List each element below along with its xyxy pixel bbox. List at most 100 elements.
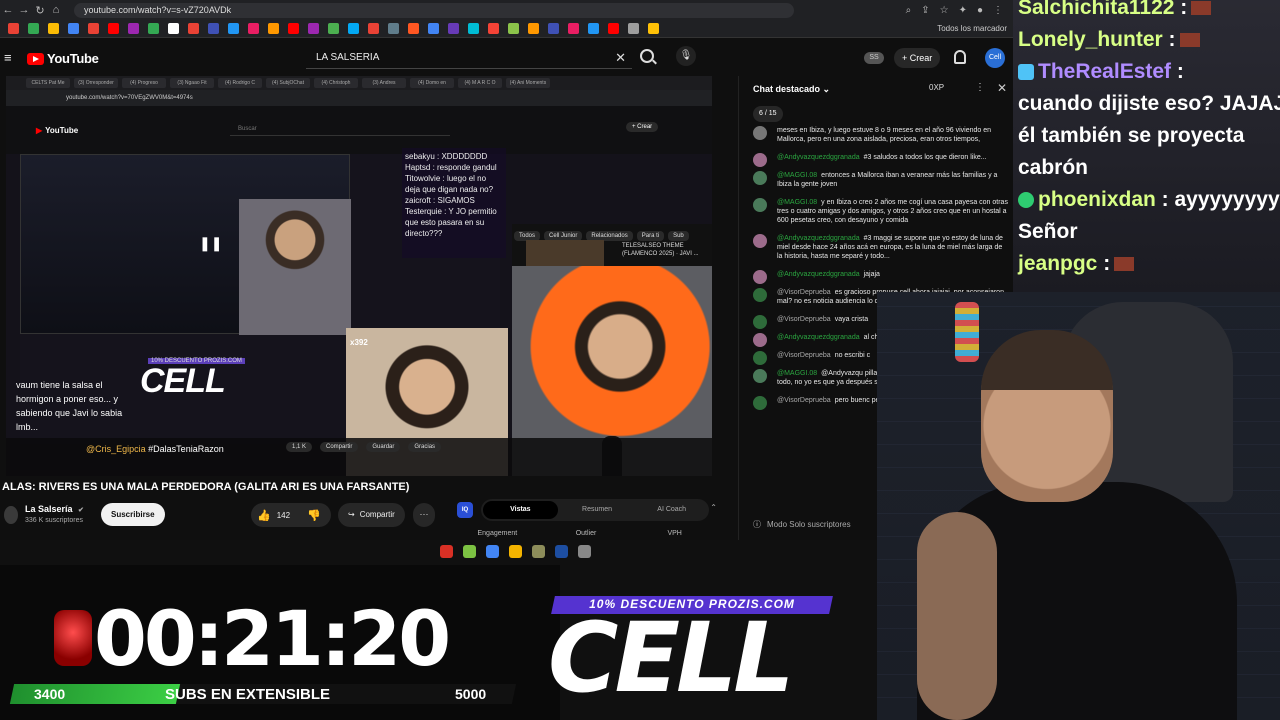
like-count[interactable]: 142 <box>277 511 290 520</box>
bookmark-icon[interactable] <box>588 23 599 34</box>
bookmark-icon[interactable] <box>508 23 519 34</box>
bookmark-icon[interactable] <box>468 23 479 34</box>
chat-avatar[interactable] <box>753 153 767 167</box>
bookmark-icon[interactable] <box>8 23 19 34</box>
xp-badge[interactable]: 0XP <box>929 83 944 92</box>
bookmark-icon[interactable] <box>168 23 179 34</box>
channel-name[interactable]: La Salsería ✔ <box>25 504 84 514</box>
create-button[interactable]: + Crear <box>894 48 941 68</box>
url-field[interactable]: youtube.com/watch?v=s-vZ720AVDk <box>74 2 794 18</box>
share-page-icon[interactable]: ⇪ <box>921 5 929 16</box>
collapse-chevron-icon[interactable]: ⌃ <box>710 503 717 512</box>
bookmark-icon[interactable] <box>628 23 639 34</box>
chat-title[interactable]: Chat destacado ⌄ <box>753 84 830 95</box>
bookmark-icon[interactable] <box>488 23 499 34</box>
taskbar-app-icon[interactable] <box>462 544 476 558</box>
bookmark-icon[interactable] <box>308 23 319 34</box>
bookmark-icon[interactable] <box>188 23 199 34</box>
forward-icon[interactable]: → <box>16 4 32 16</box>
all-bookmarks-label[interactable]: Todos los marcador <box>937 24 1013 33</box>
chat-username[interactable]: @Andyvazquezdggranada <box>777 235 860 242</box>
bookmark-icon[interactable] <box>368 23 379 34</box>
insights-tab[interactable]: Resumen <box>560 501 635 519</box>
chat-avatar[interactable] <box>753 270 767 284</box>
chat-avatar[interactable] <box>753 171 767 185</box>
bookmark-icon[interactable] <box>48 23 59 34</box>
bookmark-icon[interactable] <box>108 23 119 34</box>
chat-username[interactable]: @MAGGI.08 <box>777 172 817 179</box>
insights-tab[interactable]: AI Coach <box>634 501 709 519</box>
bookmark-icon[interactable] <box>548 23 559 34</box>
bookmark-icon[interactable] <box>228 23 239 34</box>
level-pill[interactable]: 6 / 15 <box>753 106 783 122</box>
iq-badge[interactable]: IQ <box>457 502 473 518</box>
star-icon[interactable]: ☆ <box>940 5 949 16</box>
ss-badge[interactable]: SS <box>864 52 884 64</box>
extensions-icon[interactable]: ✦ <box>959 5 967 16</box>
bookmark-icon[interactable] <box>248 23 259 34</box>
chat-avatar[interactable] <box>753 369 767 383</box>
taskbar-app-icon[interactable] <box>554 544 568 558</box>
chat-avatar[interactable] <box>753 333 767 347</box>
chat-more-icon[interactable]: ⋮ <box>975 82 985 93</box>
bookmark-icon[interactable] <box>128 23 139 34</box>
bookmark-icon[interactable] <box>528 23 539 34</box>
like-icon[interactable]: 👍 <box>257 509 271 522</box>
home-icon[interactable]: ⌂ <box>48 4 64 16</box>
video-player[interactable]: CELTS Pat Me (3) Orresponder (4) Progreso (… <box>6 76 712 476</box>
bookmark-icon[interactable] <box>288 23 299 34</box>
chat-avatar[interactable] <box>753 315 767 329</box>
back-icon[interactable]: ← <box>0 4 16 16</box>
profile-icon[interactable]: ● <box>977 5 983 16</box>
chat-username[interactable]: @Andyvazquezdggranada <box>777 271 860 278</box>
bookmark-icon[interactable] <box>68 23 79 34</box>
dislike-icon[interactable]: 👎 <box>307 509 321 522</box>
search-input[interactable]: LA SALSERIA ✕ <box>306 47 632 69</box>
chat-avatar[interactable] <box>753 288 767 302</box>
bookmark-icon[interactable] <box>268 23 279 34</box>
reload-icon[interactable]: ↻ <box>32 4 48 17</box>
account-avatar[interactable]: Cell <box>985 48 1005 68</box>
bookmark-icon[interactable] <box>448 23 459 34</box>
chat-avatar[interactable] <box>753 234 767 248</box>
insights-tab[interactable]: Vistas <box>483 501 558 519</box>
menu-icon[interactable]: ≡ <box>4 50 12 65</box>
channel-avatar[interactable] <box>4 506 18 524</box>
bookmark-icon[interactable] <box>648 23 659 34</box>
share-button[interactable]: ↪ Compartir <box>338 503 405 527</box>
search-icon[interactable] <box>640 49 654 63</box>
chat-username[interactable]: @VisorDepruebа <box>777 352 831 359</box>
chat-username[interactable]: @Andyvazquezdggranada <box>777 334 860 341</box>
taskbar-app-icon[interactable] <box>485 544 499 558</box>
microphone-icon[interactable]: 🎙 <box>676 46 696 66</box>
notifications-bell-icon[interactable] <box>954 50 966 64</box>
chat-avatar[interactable] <box>753 126 767 140</box>
chat-username[interactable]: @VisorDepruebа <box>777 316 831 323</box>
chat-username[interactable]: @MAGGI.08 <box>777 199 817 206</box>
taskbar-app-icon[interactable] <box>531 544 545 558</box>
bookmark-icon[interactable] <box>28 23 39 34</box>
more-actions-button[interactable]: ··· <box>413 503 435 527</box>
subscribe-button[interactable]: Suscribirse <box>101 503 165 526</box>
bookmark-icon[interactable] <box>568 23 579 34</box>
bookmark-icon[interactable] <box>328 23 339 34</box>
chat-username[interactable]: @Andyvazquezdggranada <box>777 154 860 161</box>
bookmark-icon[interactable] <box>428 23 439 34</box>
bookmark-icon[interactable] <box>348 23 359 34</box>
close-chat-icon[interactable]: ✕ <box>997 81 1007 95</box>
chat-avatar[interactable] <box>753 396 767 410</box>
zoom-icon[interactable]: ⌕ <box>906 5 912 16</box>
chat-avatar[interactable] <box>753 198 767 212</box>
youtube-logo[interactable]: YouTube <box>27 51 99 66</box>
bookmark-icon[interactable] <box>388 23 399 34</box>
taskbar-app-icon[interactable] <box>508 544 522 558</box>
bookmark-icon[interactable] <box>88 23 99 34</box>
chat-username[interactable]: @VisorDepruebа <box>777 397 831 404</box>
bookmark-icon[interactable] <box>608 23 619 34</box>
browser-menu-icon[interactable]: ⋮ <box>993 5 1003 16</box>
bookmark-icon[interactable] <box>208 23 219 34</box>
chat-avatar[interactable] <box>753 351 767 365</box>
bookmark-icon[interactable] <box>148 23 159 34</box>
chat-username[interactable]: @VisorDepruebа <box>777 289 831 296</box>
clear-search-icon[interactable]: ✕ <box>615 47 626 69</box>
